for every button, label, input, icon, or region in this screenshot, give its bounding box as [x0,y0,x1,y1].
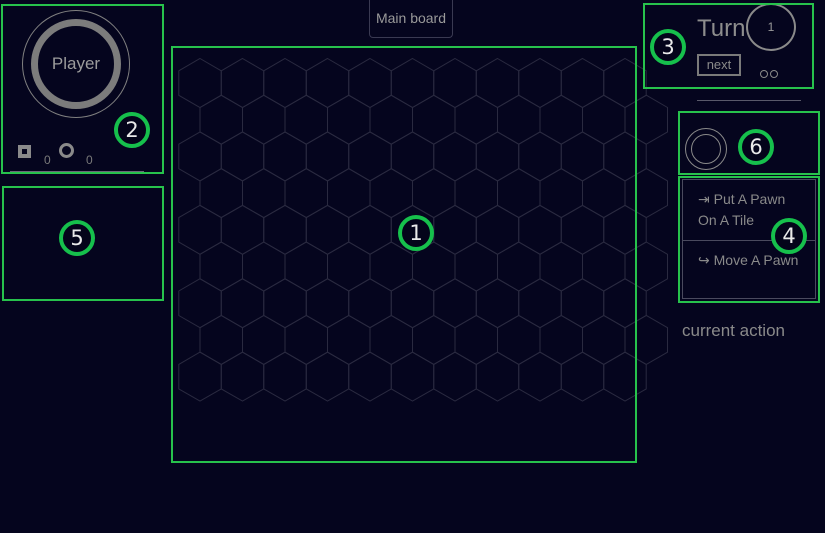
turn-divider [697,100,801,101]
board-highlight [171,46,637,463]
marker-1: 1 [398,215,434,251]
marker-4: 4 [771,218,807,254]
current-action-label: current action [682,321,785,340]
marker-5: 5 [59,220,95,256]
marker-2: 2 [114,112,150,148]
marker-3: 3 [650,29,686,65]
marker-6: 6 [738,129,774,165]
player-panel-highlight [1,4,164,174]
